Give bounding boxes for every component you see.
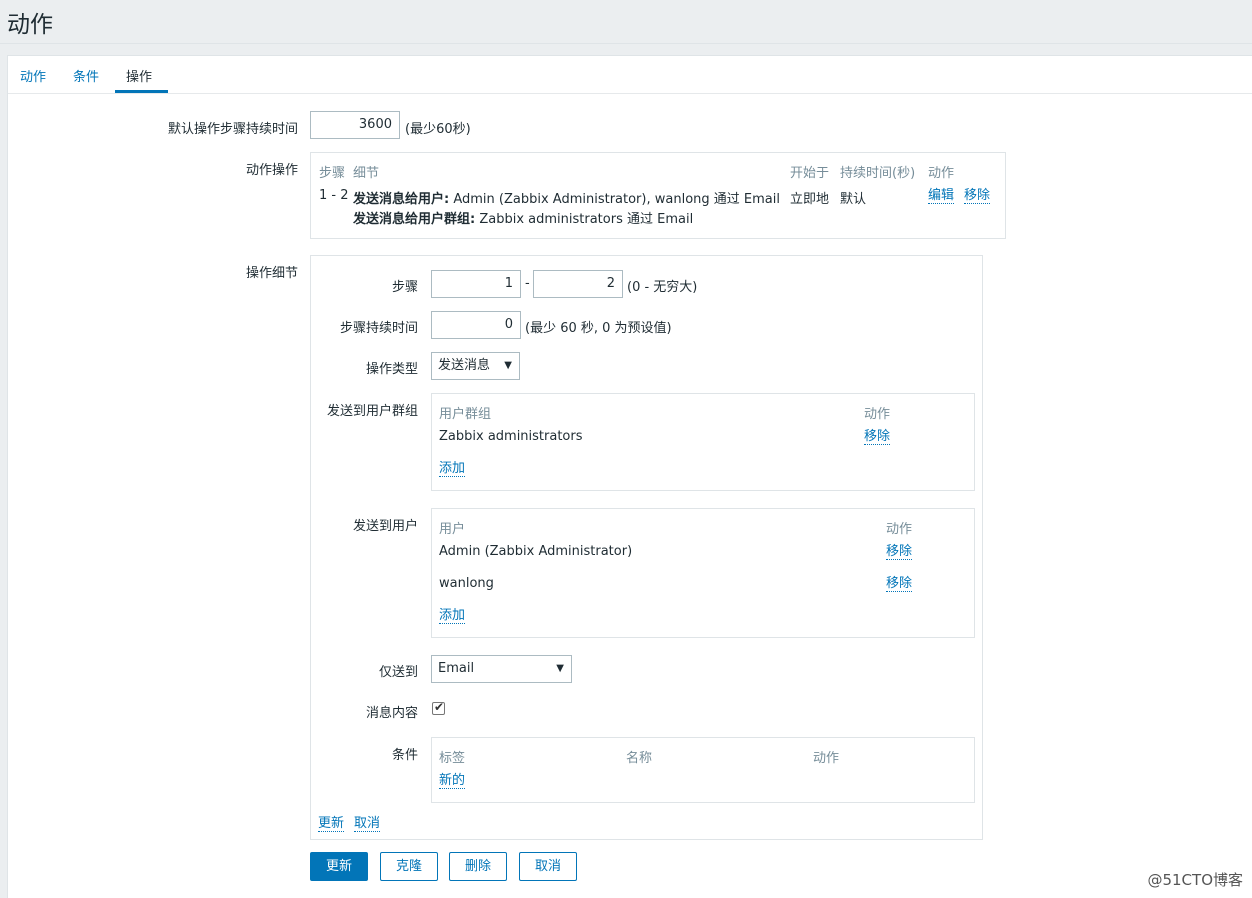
operation-start: 立即地 (790, 192, 830, 207)
user-group-remove-link[interactable]: 移除 (864, 429, 891, 445)
user-name: Admin (Zabbix Administrator) (439, 544, 633, 559)
user-group-name: Zabbix administrators (439, 429, 583, 444)
col-duration: 持续时间(秒) (840, 166, 916, 181)
step-to-input[interactable]: 2 (533, 270, 623, 298)
users-table: 用户 动作 Admin (Zabbix Administrator) 移除 wa… (431, 508, 975, 638)
user-remove-link[interactable]: 移除 (886, 544, 913, 560)
cancel-button[interactable]: 取消 (519, 852, 577, 881)
update-button[interactable]: 更新 (310, 852, 368, 881)
col-user-group: 用户群组 (439, 407, 492, 422)
user-name: wanlong (439, 576, 494, 591)
operation-duration: 默认 (840, 192, 867, 207)
step-duration-input[interactable]: 0 (431, 311, 521, 339)
step-from-input[interactable]: 1 (431, 270, 521, 298)
col-start: 开始于 (790, 166, 830, 181)
details-update-link[interactable]: 更新 (318, 816, 345, 832)
step-label: 步骤 (391, 280, 418, 295)
col-steps: 步骤 (319, 166, 346, 181)
check-icon: ✔ (434, 700, 445, 714)
default-duration-input[interactable]: 3600 (310, 111, 400, 139)
tab-action[interactable]: 动作 (20, 66, 46, 85)
details-cancel-link[interactable]: 取消 (354, 816, 381, 832)
col-group-action: 动作 (864, 407, 891, 422)
operation-steps: 1 - 2 (319, 188, 349, 203)
default-message-label: 消息内容 (365, 706, 418, 721)
col-condition-action: 动作 (813, 751, 840, 766)
default-duration-hint: (最少60秒) (405, 122, 471, 137)
step-separator: - (525, 276, 530, 291)
conditions-label: 条件 (391, 748, 418, 763)
users-label: 发送到用户 (352, 519, 418, 534)
send-only-value: Email (438, 661, 475, 676)
col-details: 细节 (353, 166, 380, 181)
chevron-down-icon: ▼ (504, 360, 512, 371)
col-condition-name: 名称 (626, 751, 653, 766)
page-header: 动作 (0, 0, 1252, 44)
operations-table: 步骤 细节 开始于 持续时间(秒) 动作 1 - 2 发送消息给用户: Admi… (310, 152, 1006, 239)
col-user-action: 动作 (886, 522, 913, 537)
watermark: @51CTO博客 (1147, 871, 1243, 889)
user-groups-label: 发送到用户群组 (326, 404, 418, 419)
default-duration-label: 默认操作步骤持续时间 (167, 122, 298, 137)
operation-remove-link[interactable]: 移除 (964, 188, 991, 204)
send-only-select[interactable]: Email ▼ (431, 655, 572, 683)
operation-type-select[interactable]: 发送消息 ▼ (431, 352, 520, 380)
chevron-down-icon: ▼ (556, 663, 564, 674)
user-remove-link[interactable]: 移除 (886, 576, 913, 592)
user-group-add-link[interactable]: 添加 (439, 461, 466, 477)
send-only-label: 仅送到 (378, 665, 418, 680)
step-hint: (0 - 无穷大) (627, 280, 698, 295)
conditions-table: 标签 名称 动作 新的 (431, 737, 975, 803)
operation-detail-groups: 发送消息给用户群组: Zabbix administrators 通过 Emai… (353, 212, 694, 227)
operations-label: 动作操作 (245, 163, 298, 178)
page-title: 动作 (7, 12, 53, 38)
operation-details-box: 步骤 1 - 2 (0 - 无穷大) 步骤持续时间 0 (最少 60 秒, 0 … (310, 255, 983, 840)
step-duration-hint: (最少 60 秒, 0 为预设值) (525, 321, 672, 336)
operation-details-label: 操作细节 (245, 266, 298, 281)
active-tab-indicator (115, 90, 168, 93)
col-action: 动作 (928, 166, 955, 181)
action-form-panel: 动作 条件 操作 默认操作步骤持续时间 3600 (最少60秒) 动作操作 步骤… (7, 55, 1252, 898)
tab-operations[interactable]: 操作 (126, 66, 152, 85)
tab-conditions[interactable]: 条件 (73, 66, 99, 85)
condition-new-link[interactable]: 新的 (439, 773, 466, 789)
operation-type-value: 发送消息 (438, 358, 491, 373)
clone-button[interactable]: 克隆 (380, 852, 438, 881)
default-message-checkbox[interactable]: ✔ (432, 700, 445, 715)
tab-bar: 动作 条件 操作 (8, 56, 1252, 94)
user-add-link[interactable]: 添加 (439, 608, 466, 624)
user-groups-table: 用户群组 动作 Zabbix administrators 移除 添加 (431, 393, 975, 491)
operation-detail-users: 发送消息给用户: Admin (Zabbix Administrator), w… (353, 192, 780, 207)
step-duration-label: 步骤持续时间 (339, 321, 418, 336)
col-user: 用户 (439, 522, 466, 537)
operation-type-label: 操作类型 (365, 362, 418, 377)
operation-edit-link[interactable]: 编辑 (928, 188, 955, 204)
delete-button[interactable]: 删除 (449, 852, 507, 881)
col-condition-label: 标签 (439, 751, 466, 766)
